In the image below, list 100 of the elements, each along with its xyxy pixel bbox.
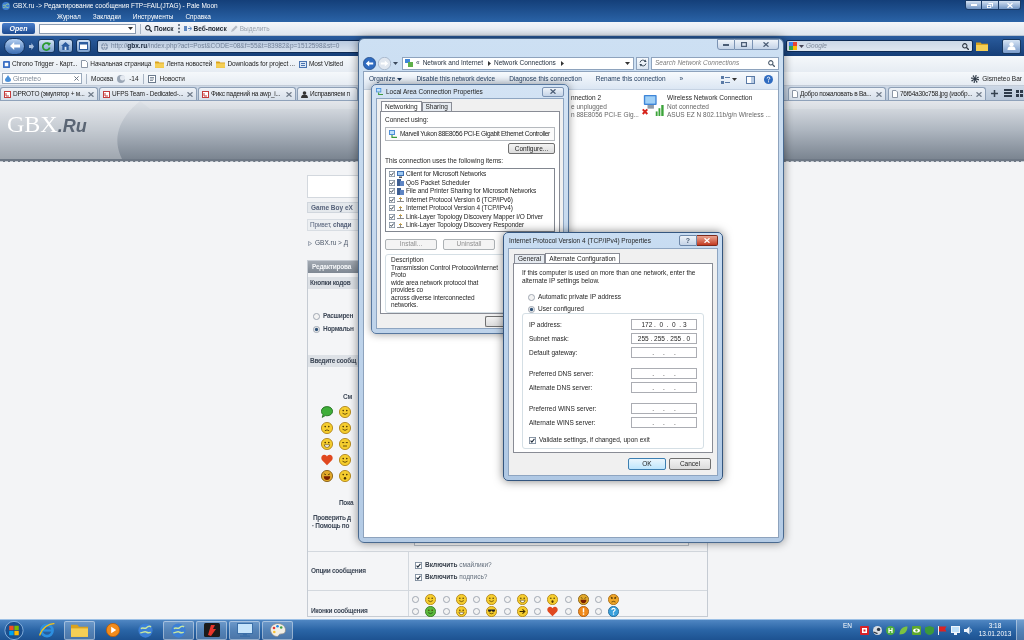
radio-button[interactable] xyxy=(528,305,535,313)
message-field[interactable] xyxy=(414,543,689,546)
exclamation-icon[interactable] xyxy=(577,606,589,617)
checkbox[interactable] xyxy=(389,188,395,195)
bookmark-list-icon xyxy=(298,60,307,68)
tray-app-icon[interactable] xyxy=(873,625,882,635)
speech-bubble-icon[interactable] xyxy=(321,406,333,418)
arrow-icon[interactable] xyxy=(516,606,528,617)
smiley-icon[interactable] xyxy=(486,594,497,605)
forward-button[interactable] xyxy=(28,40,35,52)
heart-icon[interactable] xyxy=(321,454,333,466)
back-button[interactable] xyxy=(363,56,376,70)
radio-button[interactable] xyxy=(564,608,572,615)
home-button[interactable] xyxy=(58,39,73,53)
radio-button[interactable] xyxy=(503,608,511,615)
caret-icon[interactable] xyxy=(393,61,398,65)
checkbox[interactable] xyxy=(415,561,422,569)
heart-icon[interactable] xyxy=(547,606,558,617)
angry-smiley-icon[interactable] xyxy=(608,594,619,605)
clear-icon[interactable] xyxy=(74,76,79,81)
radio-button[interactable] xyxy=(313,325,320,333)
help-icon[interactable] xyxy=(764,75,773,84)
eye-icon[interactable] xyxy=(912,625,921,635)
flag-icon[interactable] xyxy=(938,625,947,635)
search-icon xyxy=(145,25,152,32)
back-button[interactable] xyxy=(4,37,25,55)
smiley-icon[interactable] xyxy=(339,454,351,466)
account-button[interactable] xyxy=(1002,38,1021,54)
page-button[interactable] xyxy=(76,39,91,53)
squinting-smiley-icon[interactable] xyxy=(339,438,351,450)
radio-button[interactable] xyxy=(534,596,541,603)
new-tab-button[interactable] xyxy=(989,88,1000,99)
radio-button[interactable] xyxy=(503,596,511,603)
radio-button[interactable] xyxy=(442,596,450,603)
laughing-smiley-icon[interactable] xyxy=(577,594,589,605)
radio-button[interactable] xyxy=(412,596,419,603)
smiley-icon[interactable] xyxy=(339,422,351,434)
checkbox[interactable] xyxy=(415,573,422,581)
smiley-icon[interactable] xyxy=(339,406,351,418)
monitor-icon[interactable] xyxy=(951,625,960,635)
checkbox[interactable] xyxy=(389,171,395,178)
checkbox[interactable] xyxy=(389,222,395,229)
caret-icon[interactable] xyxy=(625,61,630,65)
start-button[interactable] xyxy=(4,620,24,640)
laughing-smiley-icon[interactable] xyxy=(321,470,333,482)
ok-button[interactable] xyxy=(485,315,503,327)
checkbox[interactable] xyxy=(529,436,536,444)
surprised-smiley-icon[interactable] xyxy=(339,470,351,482)
radio-button[interactable] xyxy=(534,608,541,615)
checkbox[interactable] xyxy=(389,213,395,220)
chevron-right-icon[interactable] xyxy=(560,60,564,66)
minimize-button[interactable] xyxy=(717,39,735,50)
smiley-icon[interactable] xyxy=(425,594,436,605)
grinning-smiley-icon[interactable] xyxy=(455,606,467,617)
sunglasses-smiley-icon[interactable] xyxy=(486,606,497,617)
maximize-button[interactable] xyxy=(735,39,753,50)
grinning-smiley-icon[interactable] xyxy=(516,594,528,605)
arrow-icon xyxy=(183,25,192,32)
checkbox[interactable] xyxy=(389,205,395,212)
radio-button[interactable] xyxy=(595,608,602,615)
surprised-smiley-icon[interactable] xyxy=(547,594,558,605)
question-icon[interactable] xyxy=(608,606,619,617)
tray-app-icon[interactable] xyxy=(860,625,869,635)
leaf-icon[interactable] xyxy=(899,625,908,635)
radio-button[interactable] xyxy=(313,312,320,320)
refresh-button[interactable] xyxy=(636,56,649,70)
page-icon xyxy=(81,60,89,68)
smiley-icon[interactable] xyxy=(425,606,436,617)
show-desktop-button[interactable] xyxy=(1016,620,1024,640)
list-icon[interactable] xyxy=(1004,89,1012,97)
restore-button[interactable] xyxy=(982,0,999,10)
grid-icon[interactable] xyxy=(1016,90,1023,97)
view-options-button[interactable] xyxy=(721,75,737,84)
reload-button[interactable] xyxy=(38,39,55,53)
preview-pane-icon[interactable] xyxy=(746,75,755,84)
taskbar-button[interactable] xyxy=(196,620,227,640)
close-button[interactable] xyxy=(697,235,718,246)
close-button[interactable] xyxy=(542,86,564,97)
close-button[interactable] xyxy=(999,0,1021,10)
folder-icon[interactable] xyxy=(976,41,988,51)
radio-button[interactable] xyxy=(528,293,535,301)
radio-button[interactable] xyxy=(412,608,419,615)
smiley-icon[interactable] xyxy=(455,594,467,605)
checkbox[interactable] xyxy=(389,179,395,186)
frowning-smiley-icon[interactable] xyxy=(321,422,333,434)
radio-button[interactable] xyxy=(564,596,572,603)
radio-button[interactable] xyxy=(473,608,480,615)
speaker-icon[interactable] xyxy=(964,625,973,635)
checkbox[interactable] xyxy=(389,196,395,203)
grinning-smiley-icon[interactable] xyxy=(321,438,333,450)
tray-app-icon[interactable] xyxy=(886,625,895,635)
plus-icon xyxy=(991,90,998,97)
radio-button[interactable] xyxy=(473,596,480,603)
radio-button[interactable] xyxy=(595,596,602,603)
chevron-right-icon[interactable] xyxy=(487,60,491,66)
close-icon xyxy=(704,238,710,243)
radio-button[interactable] xyxy=(442,608,450,615)
caret-icon[interactable] xyxy=(128,27,133,30)
caret-icon[interactable] xyxy=(799,44,804,48)
minimize-button[interactable] xyxy=(965,0,982,10)
